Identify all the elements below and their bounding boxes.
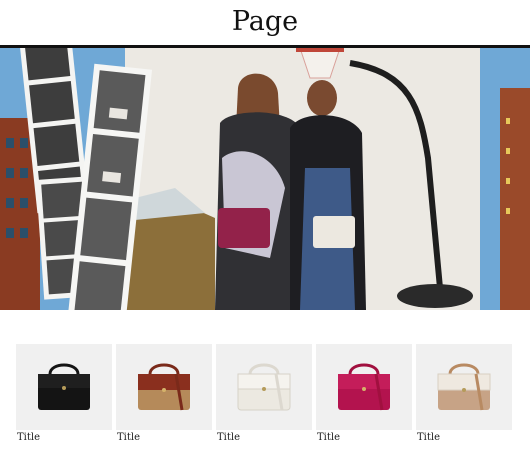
- product-image[interactable]: [116, 344, 212, 430]
- product-strip: Title Title Title Title Title: [16, 344, 514, 450]
- product-title: Title: [317, 432, 341, 443]
- product-card[interactable]: Title: [16, 344, 112, 450]
- hero-image: [0, 48, 530, 310]
- hero-banner[interactable]: [0, 48, 530, 310]
- product-image[interactable]: [316, 344, 412, 430]
- cream-tan-bag-icon: [437, 363, 491, 411]
- product-image[interactable]: [216, 344, 312, 430]
- white-bag-icon: [237, 363, 291, 411]
- product-image[interactable]: [16, 344, 112, 430]
- product-title: Title: [217, 432, 241, 443]
- product-card[interactable]: Title: [316, 344, 412, 450]
- product-card[interactable]: Title: [216, 344, 312, 450]
- magenta-bag-icon: [338, 363, 390, 411]
- page-title: Page: [231, 6, 299, 37]
- brown-bag-icon: [138, 363, 190, 411]
- product-card[interactable]: Title: [416, 344, 512, 450]
- product-title: Title: [417, 432, 441, 443]
- product-title: Title: [117, 432, 141, 443]
- product-image[interactable]: [416, 344, 512, 430]
- product-card[interactable]: Title: [116, 344, 212, 450]
- black-bag-icon: [38, 363, 90, 410]
- product-title: Title: [17, 432, 41, 443]
